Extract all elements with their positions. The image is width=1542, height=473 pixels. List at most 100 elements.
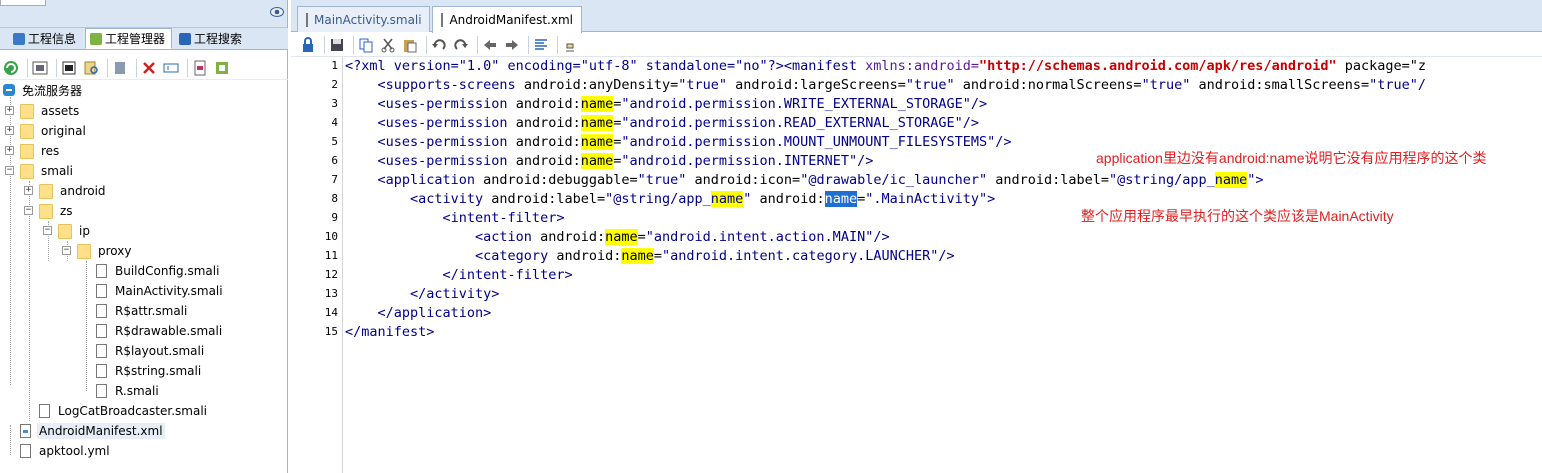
copy-icon[interactable]	[357, 36, 375, 54]
image-icon[interactable]	[31, 59, 49, 77]
tree-file-label: R.smali	[115, 384, 159, 398]
search-highlight: name	[605, 229, 638, 245]
redo-icon[interactable]	[452, 36, 470, 54]
tree-node[interactable]: zs	[39, 201, 75, 221]
refresh-icon[interactable]	[2, 59, 20, 77]
tree-root-label: 免流服务器	[22, 83, 83, 98]
file-icon	[39, 404, 50, 418]
code-token: "android.intent.category.LAUNCHER"/>	[662, 248, 955, 264]
tree-file[interactable]: BuildConfig.smali	[96, 261, 221, 281]
selected-text[interactable]: name	[824, 191, 858, 207]
undo-icon[interactable]	[430, 36, 448, 54]
collapse-icon[interactable]: −	[43, 226, 52, 235]
document-icon[interactable]	[191, 59, 209, 77]
expand-icon[interactable]: +	[5, 146, 14, 155]
tree-file[interactable]: apktool.yml	[20, 441, 112, 461]
code-token: =	[653, 248, 663, 264]
delete-icon[interactable]	[140, 59, 158, 77]
folder-icon	[39, 183, 53, 199]
format-icon[interactable]	[532, 36, 550, 54]
line-number: 11	[324, 249, 338, 262]
file-icon	[96, 264, 107, 278]
file-icon	[96, 284, 107, 298]
code-token: android:	[507, 134, 581, 150]
tree-file[interactable]: MainActivity.smali	[96, 281, 225, 301]
file-icon	[441, 13, 444, 27]
code-token: "true"	[905, 77, 955, 93]
bookmark-icon[interactable]	[111, 59, 129, 77]
tree-node[interactable]: android	[39, 181, 108, 201]
tree-node[interactable]: proxy	[77, 241, 133, 261]
line-number: 12	[324, 268, 338, 281]
folder-icon	[20, 143, 34, 159]
tree-node[interactable]: res	[20, 141, 61, 161]
code-editor[interactable]: 1 2 3 4 5 6 7 8 9 10 11 12 13 14 15 <?xm…	[291, 57, 1542, 473]
collapse-icon[interactable]: −	[24, 206, 33, 215]
editor-tabs: MainActivity.smali AndroidManifest.xml	[291, 0, 1542, 33]
tab-project-info[interactable]: 工程信息	[8, 28, 83, 49]
tab-label: MainActivity.smali	[314, 12, 422, 27]
tree-file[interactable]: R$drawable.smali	[96, 321, 224, 341]
find-file-icon[interactable]	[82, 59, 100, 77]
divider	[557, 35, 558, 54]
tree-node[interactable]: assets	[20, 101, 81, 121]
rename-icon[interactable]	[162, 59, 180, 77]
tab-label: 工程管理器	[105, 32, 166, 46]
code-line-7: <application android:debuggable="true" a…	[345, 171, 1264, 190]
tab-project-search[interactable]: 工程搜索	[174, 28, 249, 49]
collapse-icon[interactable]: −	[62, 246, 71, 255]
tree-file-label: R$attr.smali	[115, 304, 188, 318]
annotation-application: application里边没有android:name说明它没有应用程序的这个类	[1096, 150, 1487, 166]
expand-icon[interactable]: +	[5, 126, 14, 135]
eye-icon[interactable]	[270, 6, 284, 18]
panel-search-box[interactable]	[0, 0, 46, 6]
tree-node[interactable]: ip	[58, 221, 92, 241]
tree-file[interactable]: R$string.smali	[96, 361, 203, 381]
file-icon	[96, 324, 107, 338]
collapse-icon[interactable]: −	[5, 166, 14, 175]
tree-file-label: AndroidManifest.xml	[37, 423, 165, 439]
code-token: "true"	[678, 77, 728, 93]
window-icon[interactable]	[60, 59, 78, 77]
expand-icon[interactable]: +	[24, 186, 33, 195]
cut-icon[interactable]	[379, 36, 397, 54]
tree-file[interactable]: R$layout.smali	[96, 341, 206, 361]
java-icon[interactable]	[561, 36, 579, 54]
arrow-left-icon[interactable]	[481, 36, 499, 54]
save-icon[interactable]	[328, 36, 346, 54]
tree-file-label: MainActivity.smali	[115, 284, 223, 298]
tree-file[interactable]: LogCatBroadcaster.smali	[39, 401, 209, 421]
tree-file[interactable]: R$attr.smali	[96, 301, 189, 321]
folder-icon	[20, 123, 34, 139]
tree-file-selected[interactable]: AndroidManifest.xml	[20, 421, 165, 441]
arrow-right-icon[interactable]	[503, 36, 521, 54]
code-content[interactable]: <?xml version="1.0" encoding="utf-8" sta…	[345, 57, 1542, 473]
tab-androidmanifest-xml[interactable]: AndroidManifest.xml	[432, 6, 582, 33]
tab-mainactivity-smali[interactable]: MainActivity.smali	[297, 6, 430, 32]
code-token: "http://schemas.android.com/apk/res/andr…	[978, 58, 1337, 74]
tree-node[interactable]: smali	[20, 161, 75, 181]
tree-node-label: res	[41, 144, 60, 158]
search-highlight: name	[710, 191, 744, 207]
file-icon	[96, 344, 107, 358]
expand-icon[interactable]: +	[5, 106, 14, 115]
code-token: "@string/app_	[605, 191, 711, 207]
tab-project-manager[interactable]: 工程管理器	[85, 28, 173, 49]
divider	[353, 35, 354, 54]
search-highlight: name	[580, 134, 614, 150]
tree-file-label: R$string.smali	[115, 364, 202, 378]
project-panel: 工程信息 工程管理器 工程搜索 免流服务器 + assets + origina…	[0, 0, 288, 473]
android-build-icon[interactable]	[213, 59, 231, 77]
code-token: <application	[345, 172, 476, 188]
code-token: android:normalScreens=	[954, 77, 1142, 93]
lock-icon[interactable]	[299, 36, 317, 54]
tree-root[interactable]: 免流服务器	[2, 80, 84, 100]
tree-node[interactable]: original	[20, 121, 88, 141]
tree-node-label: smali	[41, 164, 73, 178]
code-line-8: <activity android:label="@string/app_nam…	[345, 190, 995, 209]
tree-file-label: BuildConfig.smali	[115, 264, 220, 278]
tree-file[interactable]: R.smali	[96, 381, 161, 401]
paste-icon[interactable]	[401, 36, 419, 54]
code-token: "true"/	[1369, 77, 1427, 93]
tree-line	[10, 425, 11, 455]
